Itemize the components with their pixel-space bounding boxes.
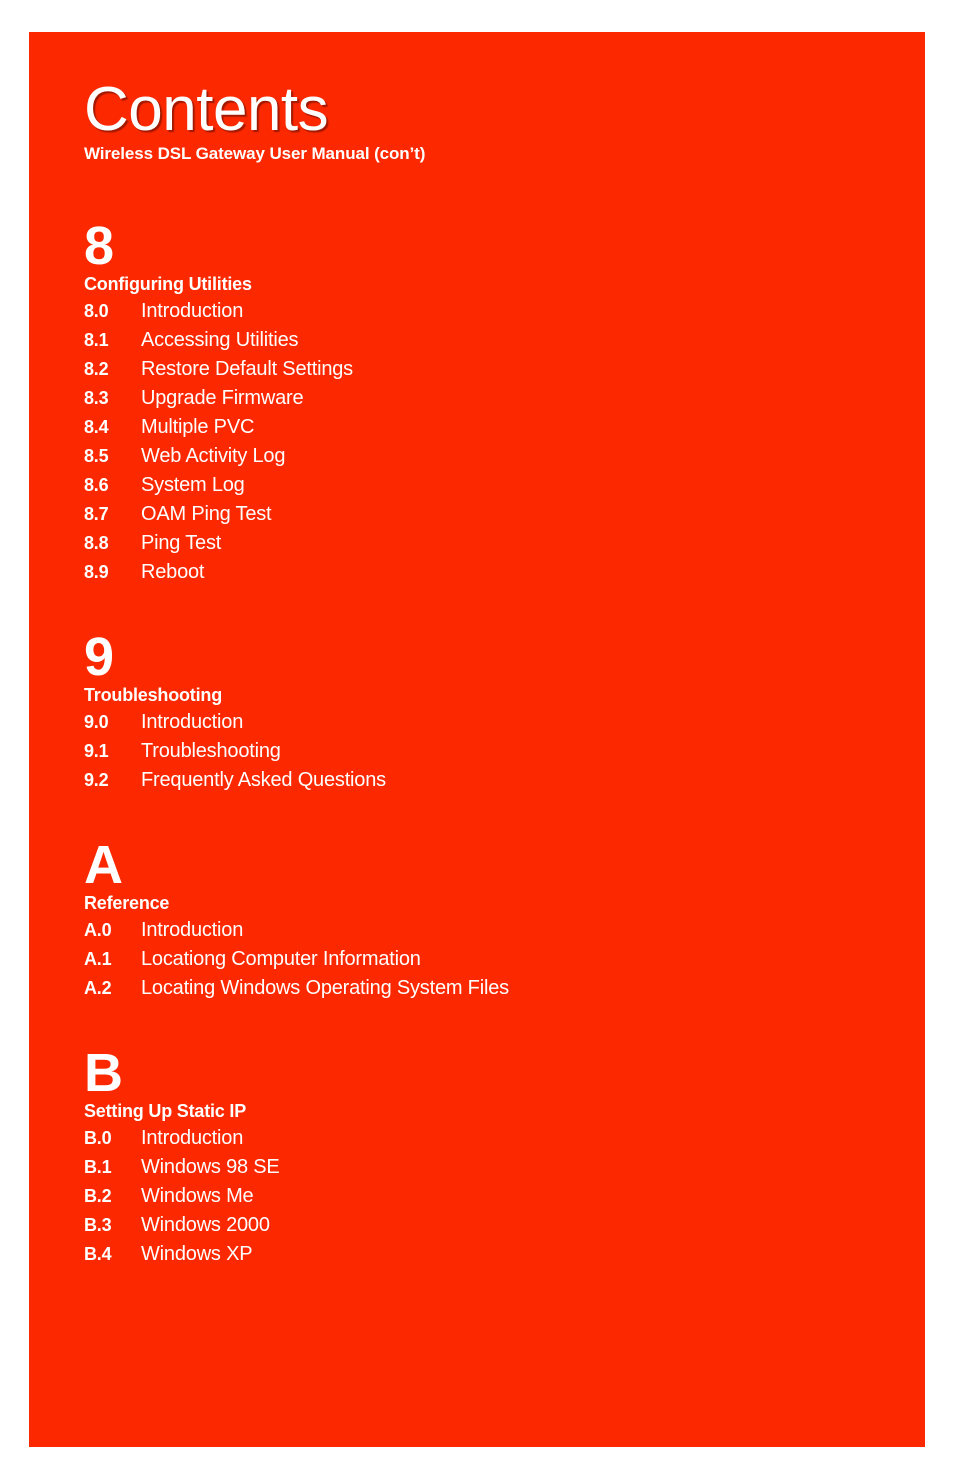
toc-entry[interactable]: 8.8 Ping Test	[84, 529, 884, 558]
toc-entry[interactable]: 8.9 Reboot	[84, 558, 884, 587]
toc-entry[interactable]: 8.0 Introduction	[84, 297, 884, 326]
toc-entry-number: B.0	[84, 1127, 112, 1148]
toc-entry-label: Windows XP	[141, 1242, 253, 1265]
toc-section: 9 Troubleshooting 9.0 Introduction 9.1 Troubl…	[84, 626, 884, 795]
toc-entry[interactable]: B.3 Windows 2000	[84, 1211, 884, 1240]
toc-section: A Reference A.0 Introduction A.1 Locationg Co…	[84, 834, 884, 1003]
toc-entry[interactable]: 8.1 Accessing Utilities	[84, 326, 884, 355]
toc-entry[interactable]: A.1 Locationg Computer Information	[84, 945, 884, 974]
toc-entry[interactable]: 8.3 Upgrade Firmware	[84, 384, 884, 413]
toc-entry-number: 8.6	[84, 474, 109, 495]
toc-entry[interactable]: 9.2 Frequently Asked Questions	[84, 766, 884, 795]
toc-entry-number: 9.0	[84, 711, 109, 732]
toc-entry-label: Troubleshooting	[141, 739, 281, 762]
toc-entry-label: System Log	[141, 473, 245, 496]
toc-entry-number: 8.0	[84, 300, 109, 321]
toc-section: 8 Configuring Utilities 8.0 Introduction 8.1…	[84, 216, 884, 587]
toc-entry[interactable]: 8.2 Restore Default Settings	[84, 355, 884, 384]
toc-entry-label: Introduction	[141, 918, 244, 941]
toc-entry-number: B.2	[84, 1185, 112, 1206]
toc-entry-label: Accessing Utilities	[141, 328, 299, 351]
toc-entry[interactable]: A.0 Introduction	[84, 916, 884, 945]
toc-entry-label: Windows Me	[141, 1184, 254, 1207]
toc-entry-number: A.2	[84, 977, 112, 998]
toc-entry-label: OAM Ping Test	[141, 502, 272, 525]
toc-entry-label: Locationg Computer Information	[141, 947, 421, 970]
toc-entry-label: Windows 98 SE	[141, 1155, 280, 1178]
toc-section-title: Configuring Utilities	[84, 274, 252, 295]
toc-entry[interactable]: 8.5 Web Activity Log	[84, 442, 884, 471]
toc-entry[interactable]: B.1 Windows 98 SE	[84, 1153, 884, 1182]
contents-page-panel: Contents Wireless DSL Gateway User Manua…	[29, 32, 925, 1447]
toc-section: B Setting Up Static IP B.0 Introduction B.1 W…	[84, 1042, 884, 1269]
page-subtitle: Wireless DSL Gateway User Manual (con’t)	[84, 144, 426, 164]
toc-entry-number: B.1	[84, 1156, 112, 1177]
toc-entry-number: B.4	[84, 1243, 112, 1264]
toc-entry-label: Restore Default Settings	[141, 357, 353, 380]
toc-entry-label: Upgrade Firmware	[141, 386, 304, 409]
toc-entry-label: Introduction	[141, 1126, 244, 1149]
toc-section-number: B	[84, 1042, 123, 1103]
toc-entry-number: 8.4	[84, 416, 109, 437]
toc-entry-number: 8.9	[84, 561, 109, 582]
toc-entry[interactable]: B.0 Introduction	[84, 1124, 884, 1153]
toc-entry[interactable]: 8.7 OAM Ping Test	[84, 500, 884, 529]
toc-entry-number: B.3	[84, 1214, 112, 1235]
toc-entry-list: A.0 Introduction A.1 Locationg Computer Inf…	[84, 916, 884, 1003]
toc-section-number: A	[84, 834, 123, 895]
toc-entry-list: 9.0 Introduction 9.1 Troubleshooting 9.2 Freq…	[84, 708, 884, 795]
toc-entry-label: Introduction	[141, 299, 244, 322]
toc-entry-number: 8.7	[84, 503, 109, 524]
toc-section-title: Troubleshooting	[84, 685, 222, 706]
toc-entry-number: 9.2	[84, 769, 109, 790]
toc-entry[interactable]: 9.1 Troubleshooting	[84, 737, 884, 766]
toc-entry-number: A.1	[84, 948, 112, 969]
toc-entry-label: Reboot	[141, 560, 205, 583]
toc-entry-label: Web Activity Log	[141, 444, 286, 467]
toc-section-number: 9	[84, 626, 114, 687]
toc-entry-label: Locating Windows Operating System Files	[141, 976, 509, 999]
toc-section-title: Setting Up Static IP	[84, 1101, 247, 1122]
toc-entry[interactable]: 8.6 System Log	[84, 471, 884, 500]
toc-entry-number: 9.1	[84, 740, 109, 761]
toc-entry[interactable]: B.2 Windows Me	[84, 1182, 884, 1211]
toc-entry-number: 8.2	[84, 358, 109, 379]
toc-entry-number: 8.1	[84, 329, 109, 350]
table-of-contents: 8 Configuring Utilities 8.0 Introduction 8.1…	[84, 216, 884, 1269]
toc-entry-list: 8.0 Introduction 8.1 Accessing Utilities 8.2…	[84, 297, 884, 587]
toc-section-number: 8	[84, 216, 114, 276]
toc-entry[interactable]: A.2 Locating Windows Operating System Fil…	[84, 974, 884, 1003]
page-title: Contents	[84, 75, 329, 144]
toc-entry[interactable]: 9.0 Introduction	[84, 708, 884, 737]
toc-entry-number: 8.3	[84, 387, 109, 408]
toc-entry-label: Introduction	[141, 710, 244, 733]
toc-entry-number: 8.8	[84, 532, 109, 553]
toc-entry-label: Windows 2000	[141, 1213, 270, 1236]
toc-entry-label: Multiple PVC	[141, 415, 255, 438]
toc-entry-number: A.0	[84, 919, 112, 940]
toc-entry-list: B.0 Introduction B.1 Windows 98 SE B.2 Window…	[84, 1124, 884, 1269]
toc-entry-number: 8.5	[84, 445, 109, 466]
page-header: Contents Wireless DSL Gateway User Manua…	[84, 75, 426, 164]
toc-entry-label: Frequently Asked Questions	[141, 768, 386, 791]
toc-entry[interactable]: 8.4 Multiple PVC	[84, 413, 884, 442]
toc-entry-label: Ping Test	[141, 531, 222, 554]
toc-entry[interactable]: B.4 Windows XP	[84, 1240, 884, 1269]
toc-section-title: Reference	[84, 893, 170, 914]
